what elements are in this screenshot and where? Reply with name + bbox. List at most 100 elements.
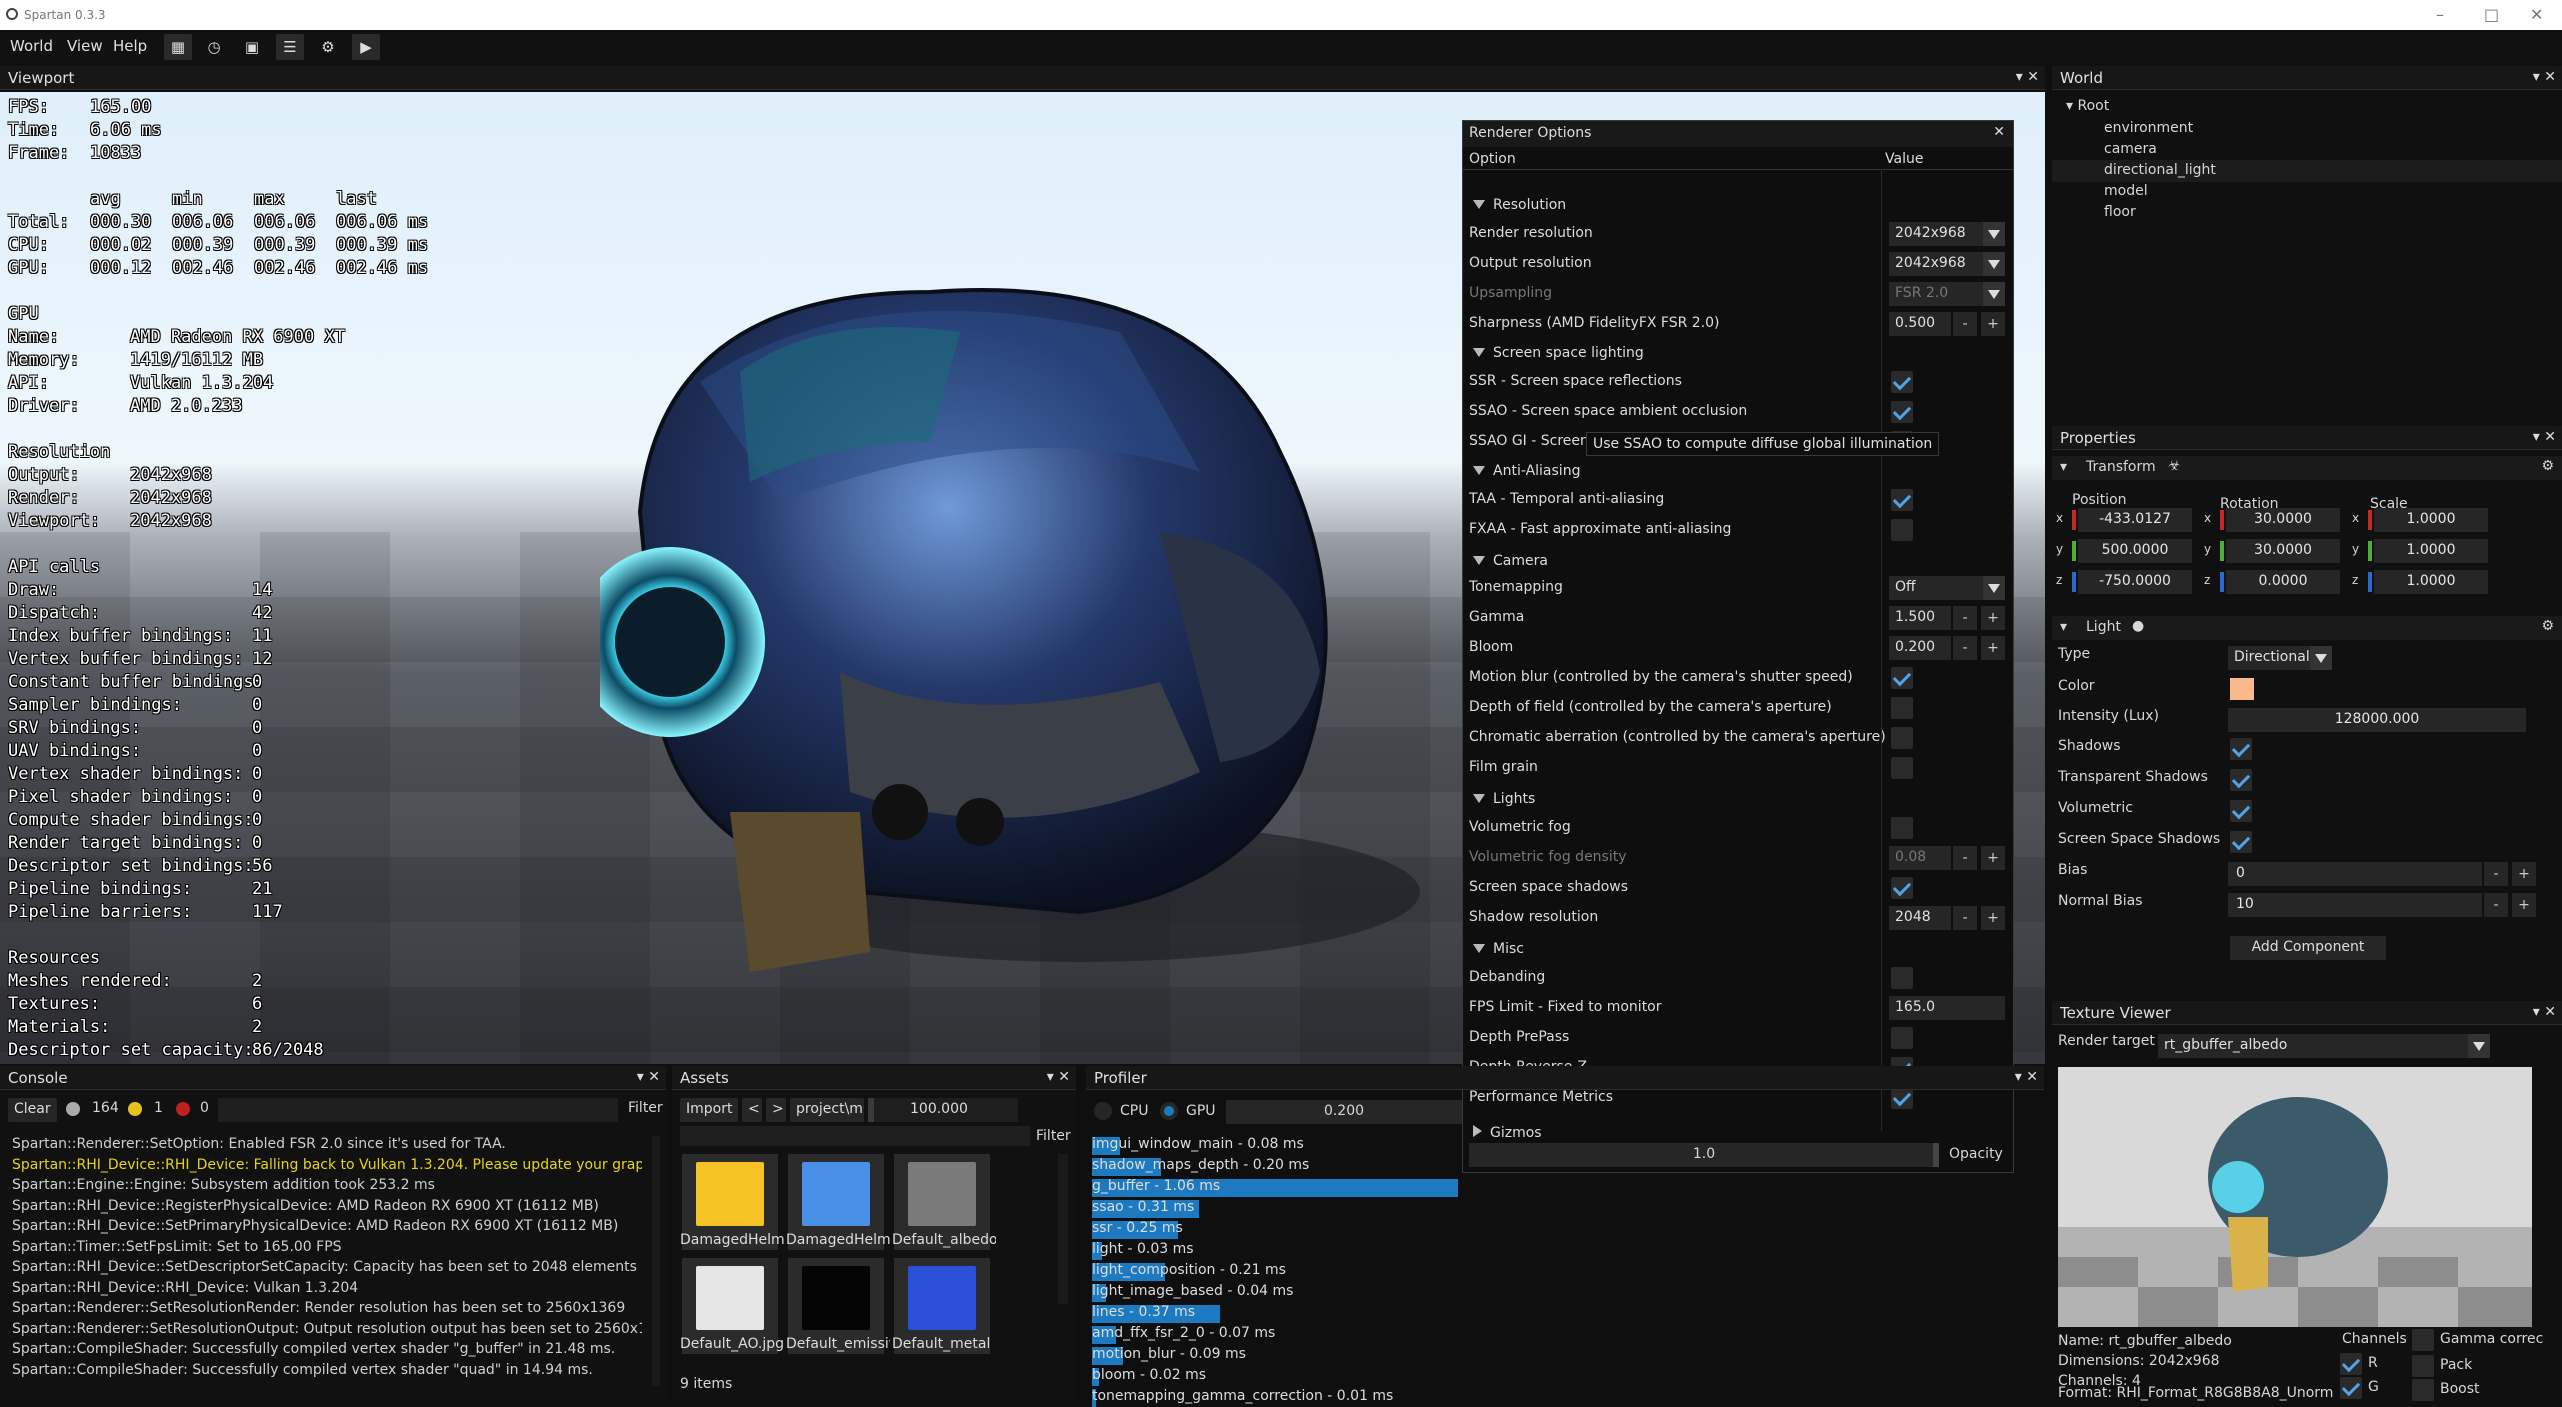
- console-line[interactable]: Spartan::RHI_Device::RHI_Device: Falling…: [12, 1157, 642, 1173]
- profiler-entry[interactable]: lines - 0.37 ms: [1092, 1304, 1195, 1320]
- profiler-entry[interactable]: g_buffer - 1.06 ms: [1092, 1178, 1220, 1194]
- profiler-entry[interactable]: shadow_maps_depth - 0.20 ms: [1092, 1157, 1309, 1173]
- resources-icon[interactable]: ☰: [276, 34, 304, 60]
- cpu-radio[interactable]: [1094, 1102, 1112, 1120]
- console-line[interactable]: Spartan::CompileShader: Successfully com…: [12, 1362, 642, 1378]
- increment-button[interactable]: +: [1981, 312, 2005, 336]
- ssao-checkbox[interactable]: [1891, 401, 1913, 423]
- decrement-button[interactable]: -: [1953, 606, 1977, 630]
- decrement-button[interactable]: -: [1953, 846, 1977, 870]
- console-line[interactable]: Spartan::Renderer::SetResolutionRender: …: [12, 1300, 642, 1316]
- world-close-icon[interactable]: ▾ ✕: [2533, 69, 2556, 85]
- gear-icon[interactable]: ⚙: [2541, 458, 2554, 474]
- entity-floor[interactable]: floor: [2104, 204, 2136, 220]
- menu-view[interactable]: View: [67, 37, 103, 55]
- back-icon[interactable]: <: [742, 1098, 762, 1122]
- forward-icon[interactable]: >: [766, 1098, 786, 1122]
- scale-x-input[interactable]: 1.0000: [2374, 508, 2488, 532]
- gamma-correct-checkbox[interactable]: [2412, 1329, 2434, 1351]
- console-line[interactable]: Spartan::Renderer::SetResolutionOutput: …: [12, 1321, 642, 1337]
- gamma-input[interactable]: 1.500: [1889, 606, 1951, 630]
- profiler-entry[interactable]: light - 0.03 ms: [1092, 1241, 1194, 1257]
- perf-metrics-checkbox[interactable]: [1891, 1087, 1913, 1109]
- normal-bias-decrement[interactable]: -: [2484, 893, 2508, 917]
- normal-bias-increment[interactable]: +: [2512, 893, 2536, 917]
- ss-shadows-checkbox[interactable]: [1891, 877, 1913, 899]
- section-aa[interactable]: Anti-Aliasing: [1473, 463, 1580, 479]
- tonemapping-select[interactable]: Off: [1889, 576, 2005, 600]
- boost-checkbox[interactable]: [2412, 1379, 2434, 1401]
- volumetric-checkbox[interactable]: [2230, 800, 2252, 822]
- console-line[interactable]: Spartan::Engine::Engine: Subsystem addit…: [12, 1177, 642, 1193]
- section-gizmos[interactable]: Gizmos: [1473, 1125, 1542, 1141]
- gpu-radio[interactable]: [1160, 1102, 1178, 1120]
- normal-bias-input[interactable]: 10: [2228, 893, 2482, 917]
- fxaa-checkbox[interactable]: [1891, 519, 1913, 541]
- increment-button[interactable]: +: [1981, 906, 2005, 930]
- profiler-entry[interactable]: ssao - 0.31 ms: [1092, 1199, 1194, 1215]
- texture-viewer-icon[interactable]: ▣: [238, 34, 266, 60]
- rotation-x-input[interactable]: 30.0000: [2226, 508, 2340, 532]
- shadow-res-input[interactable]: 2048: [1889, 906, 1951, 930]
- threshold-slider[interactable]: 0.200: [1226, 1100, 1462, 1124]
- console-line[interactable]: Spartan::Timer::SetFpsLimit: Set to 165.…: [12, 1239, 642, 1255]
- dof-checkbox[interactable]: [1891, 697, 1913, 719]
- assets-filter-input[interactable]: [680, 1126, 1030, 1146]
- path-input[interactable]: project\m: [790, 1098, 864, 1122]
- section-ssl[interactable]: Screen space lighting: [1473, 345, 1644, 361]
- zoom-handle[interactable]: [868, 1098, 874, 1122]
- bias-increment[interactable]: +: [2512, 862, 2536, 886]
- rotation-z-input[interactable]: 0.0000: [2226, 570, 2340, 594]
- gear-icon[interactable]: ⚙: [2541, 618, 2554, 634]
- entity-camera[interactable]: camera: [2104, 141, 2157, 157]
- depth-prepass-checkbox[interactable]: [1891, 1027, 1913, 1049]
- position-y-input[interactable]: 500.0000: [2078, 539, 2192, 563]
- console-line[interactable]: Spartan::RHI_Device::SetDescriptorSetCap…: [12, 1259, 642, 1275]
- console-scrollbar[interactable]: [652, 1136, 660, 1386]
- profiler-entry[interactable]: light_composition - 0.21 ms: [1092, 1262, 1286, 1278]
- rotation-y-input[interactable]: 30.0000: [2226, 539, 2340, 563]
- entity-model[interactable]: model: [2104, 183, 2148, 199]
- decrement-button[interactable]: -: [1953, 906, 1977, 930]
- sharpness-input[interactable]: 0.500: [1889, 312, 1951, 336]
- light-type-select[interactable]: Directional: [2228, 646, 2332, 670]
- entity-environment[interactable]: environment: [2104, 120, 2193, 136]
- console-close-icon[interactable]: ▾ ✕: [637, 1069, 660, 1085]
- error-icon[interactable]: [176, 1102, 190, 1116]
- clear-button[interactable]: Clear: [8, 1098, 57, 1122]
- entity-directional-light[interactable]: directional_light: [2104, 162, 2216, 178]
- section-camera[interactable]: Camera: [1473, 553, 1548, 569]
- opacity-handle[interactable]: [1933, 1143, 1939, 1167]
- profiler-entry[interactable]: amd_ffx_fsr_2_0 - 0.07 ms: [1092, 1325, 1275, 1341]
- bias-decrement[interactable]: -: [2484, 862, 2508, 886]
- profiler-entry[interactable]: motion_blur - 0.09 ms: [1092, 1346, 1246, 1362]
- film-grain-checkbox[interactable]: [1891, 757, 1913, 779]
- position-z-input[interactable]: -750.0000: [2078, 570, 2192, 594]
- play-icon[interactable]: ▶: [352, 34, 380, 60]
- ssr-checkbox[interactable]: [1891, 371, 1913, 393]
- opacity-slider[interactable]: 1.0: [1469, 1143, 1939, 1167]
- section-resolution[interactable]: Resolution: [1473, 197, 1566, 213]
- console-line[interactable]: Spartan::RHI_Device::RHI_Device: Vulkan …: [12, 1280, 642, 1296]
- light-header[interactable]: ▾ Light ● ⚙: [2052, 616, 2562, 640]
- zoom-slider[interactable]: 100.000: [868, 1098, 1018, 1122]
- viewport-close-icon[interactable]: ▾ ✕: [2016, 69, 2039, 85]
- output-resolution-select[interactable]: 2042x968: [1889, 252, 2005, 276]
- profiler-icon[interactable]: ◷: [200, 34, 228, 60]
- profiler-entry[interactable]: bloom - 0.02 ms: [1092, 1367, 1206, 1383]
- menu-world[interactable]: World: [10, 37, 53, 55]
- section-lights[interactable]: Lights: [1473, 791, 1535, 807]
- chromatic-checkbox[interactable]: [1891, 727, 1913, 749]
- upsampling-select[interactable]: FSR 2.0: [1889, 282, 2005, 306]
- assets-close-icon[interactable]: ▾ ✕: [1047, 1069, 1070, 1085]
- increment-button[interactable]: +: [1981, 606, 2005, 630]
- close-window-icon[interactable]: ✕: [2530, 5, 2543, 24]
- vol-fog-checkbox[interactable]: [1891, 817, 1913, 839]
- decrement-button[interactable]: -: [1953, 636, 1977, 660]
- texture-viewer-close-icon[interactable]: ▾ ✕: [2533, 1004, 2556, 1020]
- vol-fog-density-input[interactable]: 0.08: [1889, 846, 1951, 870]
- console-line[interactable]: Spartan::RHI_Device::SetPrimaryPhysicalD…: [12, 1218, 642, 1234]
- intensity-input[interactable]: 128000.000: [2228, 708, 2526, 732]
- transparent-shadows-checkbox[interactable]: [2230, 769, 2252, 791]
- add-component-button[interactable]: Add Component: [2230, 936, 2386, 960]
